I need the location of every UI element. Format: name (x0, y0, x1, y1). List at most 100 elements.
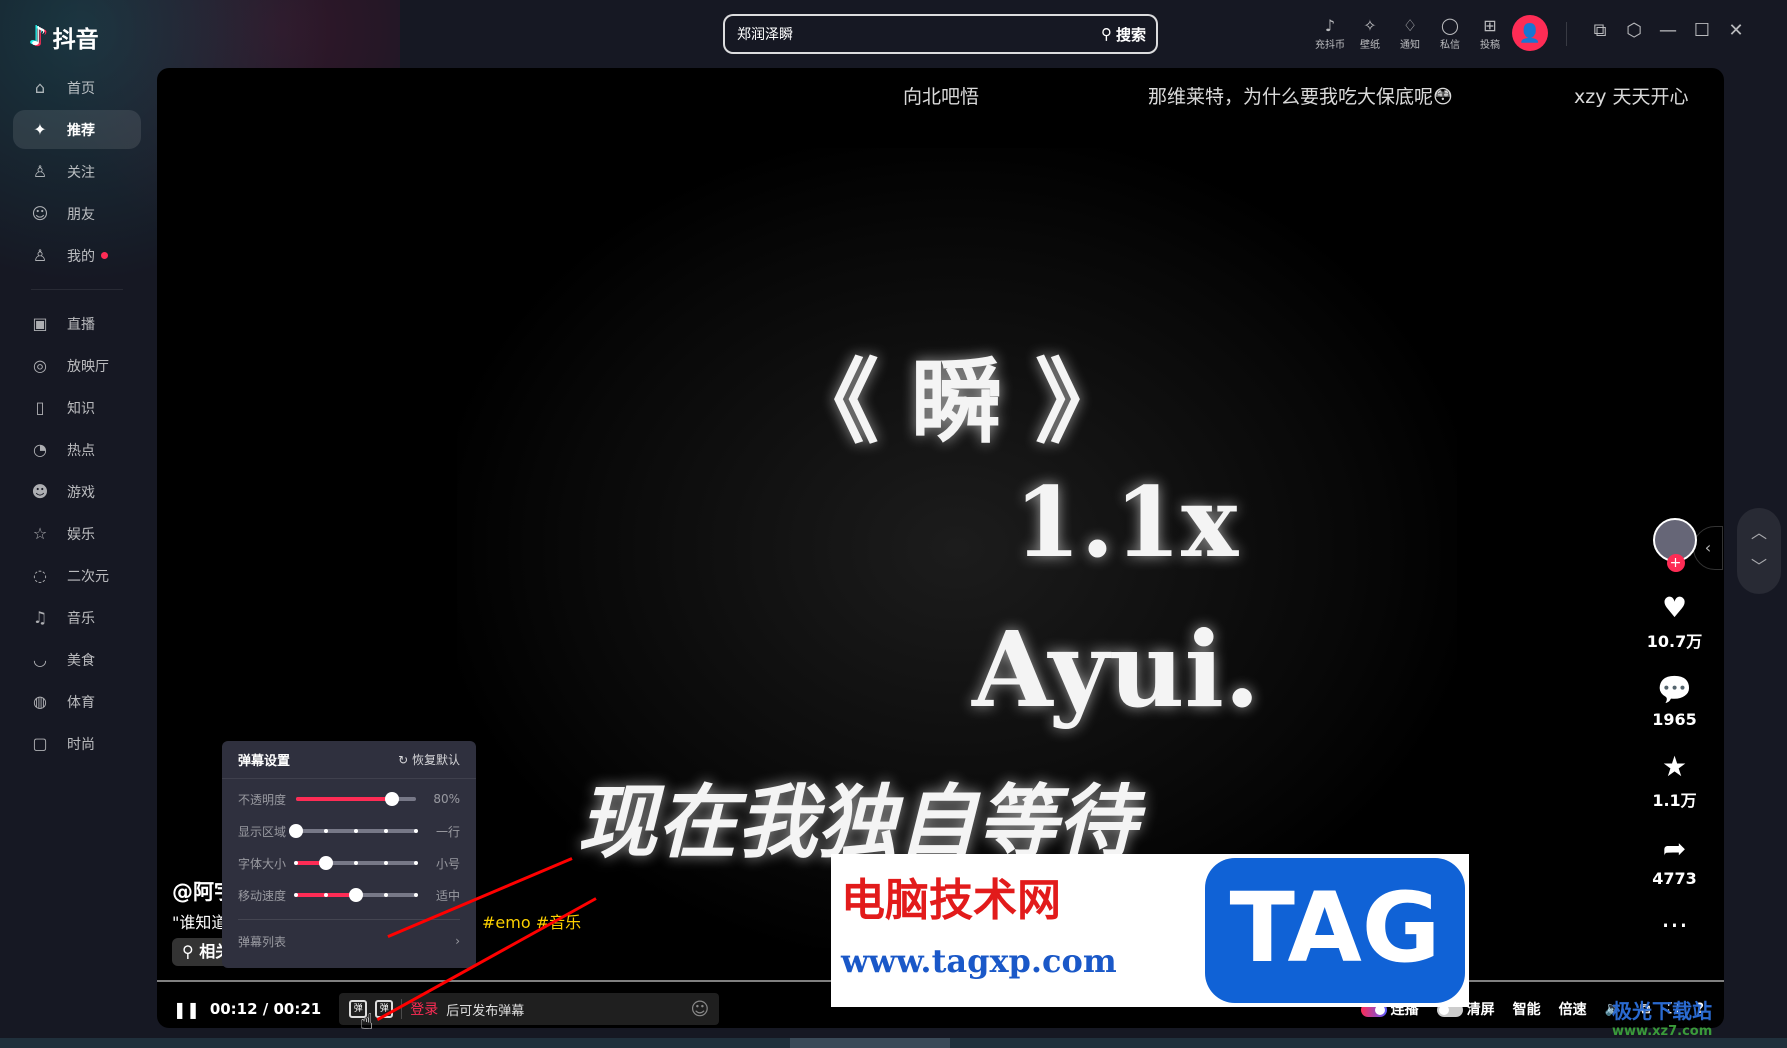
setting-slider[interactable] (296, 792, 416, 806)
window-controls: ⧉ ⬡ — ☐ ✕ (1590, 20, 1746, 41)
search-icon: ⚲ (1100, 25, 1112, 43)
chevron-right-icon: › (455, 934, 460, 948)
sidebar-item[interactable]: ◔ 热点 (13, 430, 141, 469)
app-logo[interactable]: ♪ 抖音 (30, 20, 99, 54)
bag-icon: ▢ (32, 734, 48, 753)
heart-icon: ♥ (1661, 591, 1688, 624)
bell-icon: ♢ (1402, 16, 1418, 35)
watermark-xz7: 极光下载站 www.xz7.com (1612, 999, 1713, 1039)
setting-slider[interactable] (294, 856, 418, 870)
more-button[interactable]: ··· (1632, 910, 1717, 942)
sidebar-item[interactable]: ♫ 音乐 (13, 598, 141, 637)
prev-next-nav[interactable]: ︿ ﹀ (1737, 508, 1781, 594)
reset-default-button[interactable]: ↻ 恢复默认 (398, 751, 460, 768)
book-icon: ▯ (35, 398, 45, 417)
more-dots-icon: ··· (1661, 909, 1688, 942)
slider-handle[interactable] (349, 888, 363, 902)
speed-button[interactable]: 倍速 (1559, 999, 1587, 1019)
pip-icon[interactable]: ⧉ (1590, 20, 1610, 41)
divider (31, 289, 123, 290)
chevron-up-icon[interactable]: ︿ (1737, 516, 1781, 550)
pause-button[interactable]: ❚❚ (173, 1000, 200, 1019)
share-button[interactable]: ➦ 4773 (1632, 833, 1717, 889)
sidebar: ⌂ 首页 ✦ 推荐 ♙ 关注 ☺ 朋友 ♙ 我的 ▣ 直播 ◎ 放映厅 ▯ 知识 ◔ 热点 ☻ 游戏 ☆ 娱乐 ◌ 二次元 ♫ 音… (13, 68, 141, 766)
user-avatar[interactable]: 👤 (1512, 15, 1548, 51)
toolbar-button[interactable]: ✧ 壁纸 (1350, 16, 1390, 51)
author-avatar[interactable]: + (1652, 518, 1697, 572)
friends-icon: ☺ (31, 204, 49, 223)
toolbar-button[interactable]: ◯ 私信 (1430, 16, 1470, 51)
music-icon: ♫ (32, 608, 48, 627)
panel-title: 弹幕设置 (238, 754, 291, 769)
slider-handle[interactable] (385, 792, 399, 806)
sidebar-item[interactable]: ⌂ 首页 (13, 68, 141, 107)
user-icon: ♙ (32, 246, 48, 265)
taskbar-strip (0, 1038, 1787, 1048)
close-button[interactable]: ✕ (1726, 20, 1746, 41)
sidebar-item[interactable]: ◍ 体育 (13, 682, 141, 721)
comment-icon: 💬 (1657, 673, 1692, 706)
danmaku-item: xzy 天天开心 (1574, 86, 1689, 108)
notification-dot (101, 252, 108, 259)
sidebar-item[interactable]: ☆ 娱乐 (13, 514, 141, 553)
emoji-icon[interactable]: ☺ (690, 999, 709, 1020)
fire-icon: ◔ (33, 440, 47, 459)
setting-row: 不透明度 80% (238, 792, 460, 807)
tv-icon: ▣ (32, 314, 48, 333)
star-icon: ★ (1661, 750, 1688, 783)
setting-slider[interactable] (294, 888, 418, 902)
sidebar-item[interactable]: ☻ 游戏 (13, 472, 141, 511)
wallpaper-icon: ✧ (1363, 16, 1377, 35)
follow-icon: ♙ (32, 162, 48, 181)
search-button[interactable]: ⚲ 搜索 (1101, 24, 1146, 45)
toolbar-button[interactable]: ⊞ 投稿 (1470, 16, 1510, 51)
slider-handle[interactable] (319, 856, 333, 870)
sidebar-item[interactable]: ♙ 关注 (13, 152, 141, 191)
sidebar-item[interactable]: ◌ 二次元 (13, 556, 141, 595)
sparkle-icon: ✦ (33, 120, 47, 139)
video-title-text: 《 瞬 》 (787, 348, 1128, 456)
sidebar-item[interactable]: ♙ 我的 (13, 236, 141, 275)
chevron-down-icon[interactable]: ﹀ (1737, 550, 1781, 584)
sidebar-item[interactable]: ▣ 直播 (13, 304, 141, 343)
maximize-button[interactable]: ☐ (1692, 20, 1712, 41)
toolbar-button[interactable]: ♢ 通知 (1390, 16, 1430, 51)
sidebar-item[interactable]: ◎ 放映厅 (13, 346, 141, 385)
sidebar-item[interactable]: ▯ 知识 (13, 388, 141, 427)
quality-button[interactable]: 智能 (1513, 999, 1541, 1019)
video-text-line: Ayui. (972, 608, 1261, 731)
favorite-button[interactable]: ★ 1.1万 (1632, 751, 1717, 811)
danmaku-list-button[interactable]: 弹幕列表 › (222, 920, 476, 962)
top-toolbar: ♪ 充抖币 ✧ 壁纸 ♢ 通知 ◯ 私信 ⊞ 投稿 (1310, 16, 1510, 51)
search-box: ⚲搜索 (723, 14, 1158, 54)
douyin-logo-icon: ♪ (30, 22, 47, 52)
toolbar-button[interactable]: ♪ 充抖币 (1310, 16, 1350, 51)
setting-row: 字体大小 小号 (238, 856, 460, 871)
danmaku-item: 向北吧悟 (903, 86, 980, 108)
sidebar-item[interactable]: ✦ 推荐 (13, 110, 141, 149)
slider-handle[interactable] (289, 824, 303, 838)
star-icon: ☆ (32, 524, 48, 543)
ghost-icon: ◌ (33, 566, 47, 585)
follow-plus-icon[interactable]: + (1666, 554, 1685, 572)
minimize-button[interactable]: — (1658, 20, 1678, 41)
setting-slider[interactable] (289, 824, 418, 838)
info-hexagon-icon[interactable]: ⬡ (1624, 20, 1644, 41)
search-input[interactable] (737, 26, 1101, 42)
danmaku-settings-panel: 弹幕设置 ↻ 恢复默认 不透明度 80% 显示区域 一行 字体大小 小号 移动速度 适中 弹幕列… (222, 741, 476, 968)
user-icon: 👤 (1518, 22, 1542, 44)
message-icon: ◯ (1441, 16, 1459, 35)
like-button[interactable]: ♥ 10.7万 (1632, 592, 1717, 652)
sidebar-item[interactable]: ☺ 朋友 (13, 194, 141, 233)
coin-icon: ♪ (1324, 16, 1336, 35)
danmaku-input[interactable]: 后可发布弹幕 (446, 1000, 682, 1019)
danmaku-item: 那维莱特，为什么要我吃大保底呢😳 (1148, 86, 1453, 108)
video-description: "谁知道 (172, 913, 228, 932)
video-text-line: 1.1x (1014, 466, 1239, 579)
sidebar-item[interactable]: ▢ 时尚 (13, 724, 141, 763)
divider (1566, 22, 1567, 46)
comment-button[interactable]: 💬 1965 (1632, 673, 1717, 730)
sidebar-item[interactable]: ◡ 美食 (13, 640, 141, 679)
food-icon: ◡ (33, 650, 47, 669)
reset-icon: ↻ (398, 753, 412, 767)
